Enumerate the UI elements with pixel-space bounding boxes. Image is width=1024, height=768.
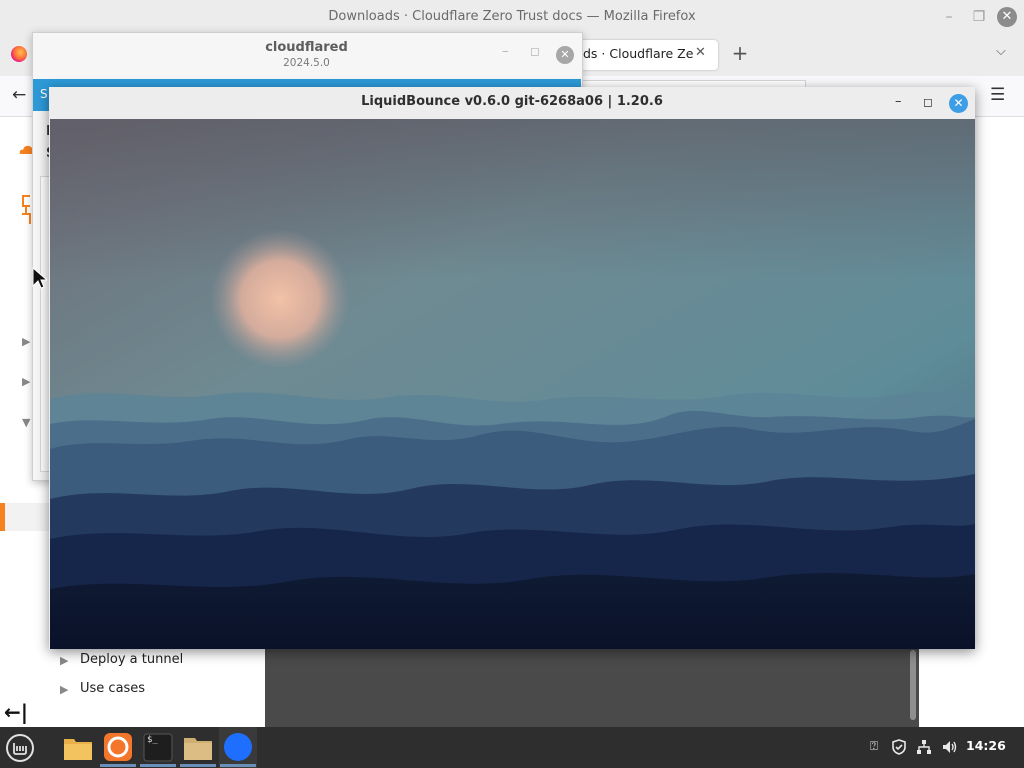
terminal-prompt-glyph: $_ [147,735,158,745]
firefox-minimize-button[interactable]: – [940,8,958,26]
liquidbounce-minimize-button[interactable]: – [895,94,909,112]
liquidbounce-maximize-button[interactable]: ◻ [923,95,937,111]
cloudflared-maximize-button[interactable]: ◻ [530,44,544,62]
nav-item-deploy-tunnel[interactable]: Deploy a tunnel [80,652,183,667]
sidebar-collapse-arrow-icon[interactable]: ▼ [22,416,30,429]
cloudflared-minimize-button[interactable]: – [502,44,516,62]
liquidbounce-close-button[interactable]: ✕ [949,94,968,113]
nav-arrow-icon: ▶ [60,683,69,696]
sidebar-expand-arrow-icon[interactable]: ▶ [22,335,30,348]
volume-icon[interactable] [941,738,959,756]
tab-list-chevron-icon[interactable]: ⌵ [996,44,1012,62]
firefox-logo-icon [11,46,27,62]
shield-icon[interactable] [890,738,908,756]
liquidbounce-window-title: LiquidBounce v0.6.0 git-6268a06 | 1.20.6 [361,94,663,109]
cloudflared-header-text: S [40,87,48,101]
taskbar-clock[interactable]: 14:26 [966,738,1006,758]
taskbar-files-icon[interactable] [60,730,96,764]
firefox-window-title: Downloads · Cloudflare Zero Trust docs —… [328,9,696,24]
taskbar-firefox-icon[interactable] [100,730,136,764]
hamburger-menu-icon[interactable]: ☰ [990,85,1010,105]
code-block-scrollbar[interactable] [910,650,916,720]
taskbar-terminal-icon[interactable] [140,730,176,764]
taskbar-active-indicator [220,764,256,767]
new-tab-button[interactable]: + [731,42,749,64]
taskbar-active-indicator [140,764,176,767]
urlbar[interactable] [582,80,806,87]
network-icon[interactable] [915,738,933,756]
nav-arrow-icon: ▶ [60,654,69,667]
update-manager-icon[interactable]: ⍰ [865,738,883,756]
sidebar-active-indicator [0,503,5,531]
back-arrow-icon[interactable]: ← [12,85,32,105]
cloudflared-version: 2024.5.0 [283,57,330,69]
taskbar-active-indicator [180,764,216,767]
zero-trust-icon [22,195,31,224]
cloudflared-window-title: cloudflared [265,40,348,55]
code-block [265,649,919,727]
tab-close-icon[interactable]: ✕ [695,45,709,61]
firefox-active-tab-label: ds · Cloudflare Ze [583,46,693,61]
taskbar-file-manager-icon[interactable] [180,730,216,764]
collapse-sidebar-icon[interactable]: ←| [4,700,32,724]
sidebar-expand-arrow-icon[interactable]: ▶ [22,375,30,388]
nav-item-use-cases[interactable]: Use cases [80,681,145,696]
mouse-cursor-icon [32,266,47,289]
taskbar-liquidbounce-icon[interactable] [220,730,256,764]
firefox-close-button[interactable]: ✕ [997,7,1017,27]
firefox-maximize-button[interactable]: ❐ [970,8,988,26]
taskbar-active-indicator [100,764,136,767]
mint-menu-icon[interactable] [5,733,35,763]
liquidbounce-background-canvas[interactable] [50,119,975,649]
cloudflared-close-button[interactable]: ✕ [556,46,574,64]
